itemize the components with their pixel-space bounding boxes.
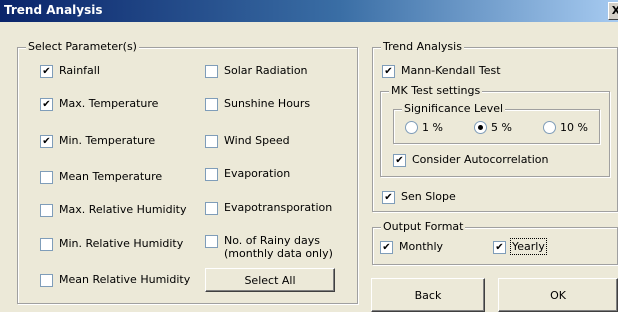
param-col1-label-4: Max. Relative Humidity	[59, 203, 187, 216]
title-bar: Trend Analysis X	[0, 0, 618, 22]
param-col1-box-3[interactable]	[40, 171, 53, 184]
radio-10-circle[interactable]	[543, 121, 556, 134]
back-button[interactable]: Back	[371, 278, 485, 312]
param-col2-checkbox-1[interactable]: Sunshine Hours	[205, 97, 311, 111]
significance-1-radio[interactable]: 1 %	[405, 121, 443, 134]
yearly-box[interactable]	[493, 241, 506, 254]
param-col2-checkbox-5[interactable]: No. of Rainy days (monthly data only)	[205, 234, 333, 260]
param-col2-checkbox-4[interactable]: Evapotransporation	[205, 201, 333, 215]
param-col1-box-1[interactable]	[40, 98, 53, 111]
param-col1-label-3: Mean Temperature	[59, 170, 163, 183]
param-col1-checkbox-2[interactable]: Min. Temperature	[40, 134, 156, 148]
param-col1-checkbox-5[interactable]: Min. Relative Humidity	[40, 237, 184, 251]
close-button[interactable]: X	[608, 2, 618, 20]
sen-slope-checkbox[interactable]: Sen Slope	[382, 190, 456, 204]
monthly-box[interactable]	[380, 241, 393, 254]
autocorrelation-box[interactable]	[393, 154, 406, 167]
monthly-label: Monthly	[399, 240, 444, 253]
param-col1-label-5: Min. Relative Humidity	[59, 237, 184, 250]
radio-1-label: 1 %	[422, 121, 443, 134]
mann-kendall-checkbox[interactable]: Mann-Kendall Test	[382, 64, 501, 78]
autocorrelation-label: Consider Autocorrelation	[412, 153, 549, 166]
param-col2-box-2[interactable]	[205, 135, 218, 148]
param-col2-box-1[interactable]	[205, 98, 218, 111]
param-col2-checkbox-2[interactable]: Wind Speed	[205, 134, 290, 148]
param-col1-box-6[interactable]	[40, 274, 53, 287]
param-col2-label-2: Wind Speed	[224, 134, 290, 147]
sen-slope-label: Sen Slope	[401, 190, 456, 203]
param-col2-box-4[interactable]	[205, 202, 218, 215]
mk-test-settings-legend: MK Test settings	[389, 84, 483, 97]
param-col1-checkbox-3[interactable]: Mean Temperature	[40, 170, 163, 184]
significance-10-radio[interactable]: 10 %	[543, 121, 588, 134]
param-col1-checkbox-4[interactable]: Max. Relative Humidity	[40, 203, 187, 217]
sen-slope-box[interactable]	[382, 191, 395, 204]
param-col1-box-5[interactable]	[40, 238, 53, 251]
param-col1-box-4[interactable]	[40, 204, 53, 217]
param-col2-label-1: Sunshine Hours	[224, 97, 311, 110]
output-format-legend: Output Format	[381, 220, 466, 233]
param-col1-label-6: Mean Relative Humidity	[59, 273, 191, 286]
param-col2-label-5: No. of Rainy days (monthly data only)	[224, 234, 333, 260]
ok-button[interactable]: OK	[498, 278, 618, 312]
radio-5-circle[interactable]	[474, 121, 487, 134]
param-col1-box-0[interactable]	[40, 65, 53, 78]
mann-kendall-box[interactable]	[382, 65, 395, 78]
param-col1-checkbox-0[interactable]: Rainfall	[40, 64, 100, 78]
radio-5-label: 5 %	[491, 121, 512, 134]
significance-5-radio[interactable]: 5 %	[474, 121, 512, 134]
param-col1-checkbox-1[interactable]: Max. Temperature	[40, 97, 159, 111]
monthly-checkbox[interactable]: Monthly	[380, 240, 444, 254]
param-col1-label-1: Max. Temperature	[59, 97, 159, 110]
param-col1-label-0: Rainfall	[59, 64, 100, 77]
param-col2-label-0: Solar Radiation	[224, 64, 308, 77]
radio-1-circle[interactable]	[405, 121, 418, 134]
yearly-checkbox[interactable]: Yearly	[493, 238, 547, 255]
select-parameters-legend: Select Parameter(s)	[26, 40, 139, 53]
significance-level-legend: Significance Level	[402, 102, 506, 115]
window-title: Trend Analysis	[4, 3, 103, 17]
yearly-label: Yearly	[510, 238, 547, 255]
param-col2-box-0[interactable]	[205, 65, 218, 78]
mann-kendall-label: Mann-Kendall Test	[401, 64, 501, 77]
param-col2-label-4: Evapotransporation	[224, 201, 333, 214]
autocorrelation-checkbox[interactable]: Consider Autocorrelation	[393, 153, 549, 167]
param-col2-checkbox-3[interactable]: Evaporation	[205, 167, 291, 181]
param-col2-box-3[interactable]	[205, 168, 218, 181]
select-all-button[interactable]: Select All	[205, 268, 335, 292]
radio-10-label: 10 %	[560, 121, 588, 134]
trend-analysis-legend: Trend Analysis	[381, 40, 464, 53]
param-col2-box-5[interactable]	[205, 235, 218, 248]
param-col1-label-2: Min. Temperature	[59, 134, 156, 147]
param-col1-checkbox-6[interactable]: Mean Relative Humidity	[40, 273, 191, 287]
param-col2-label-3: Evaporation	[224, 167, 291, 180]
param-col2-checkbox-0[interactable]: Solar Radiation	[205, 64, 308, 78]
param-col1-box-2[interactable]	[40, 135, 53, 148]
